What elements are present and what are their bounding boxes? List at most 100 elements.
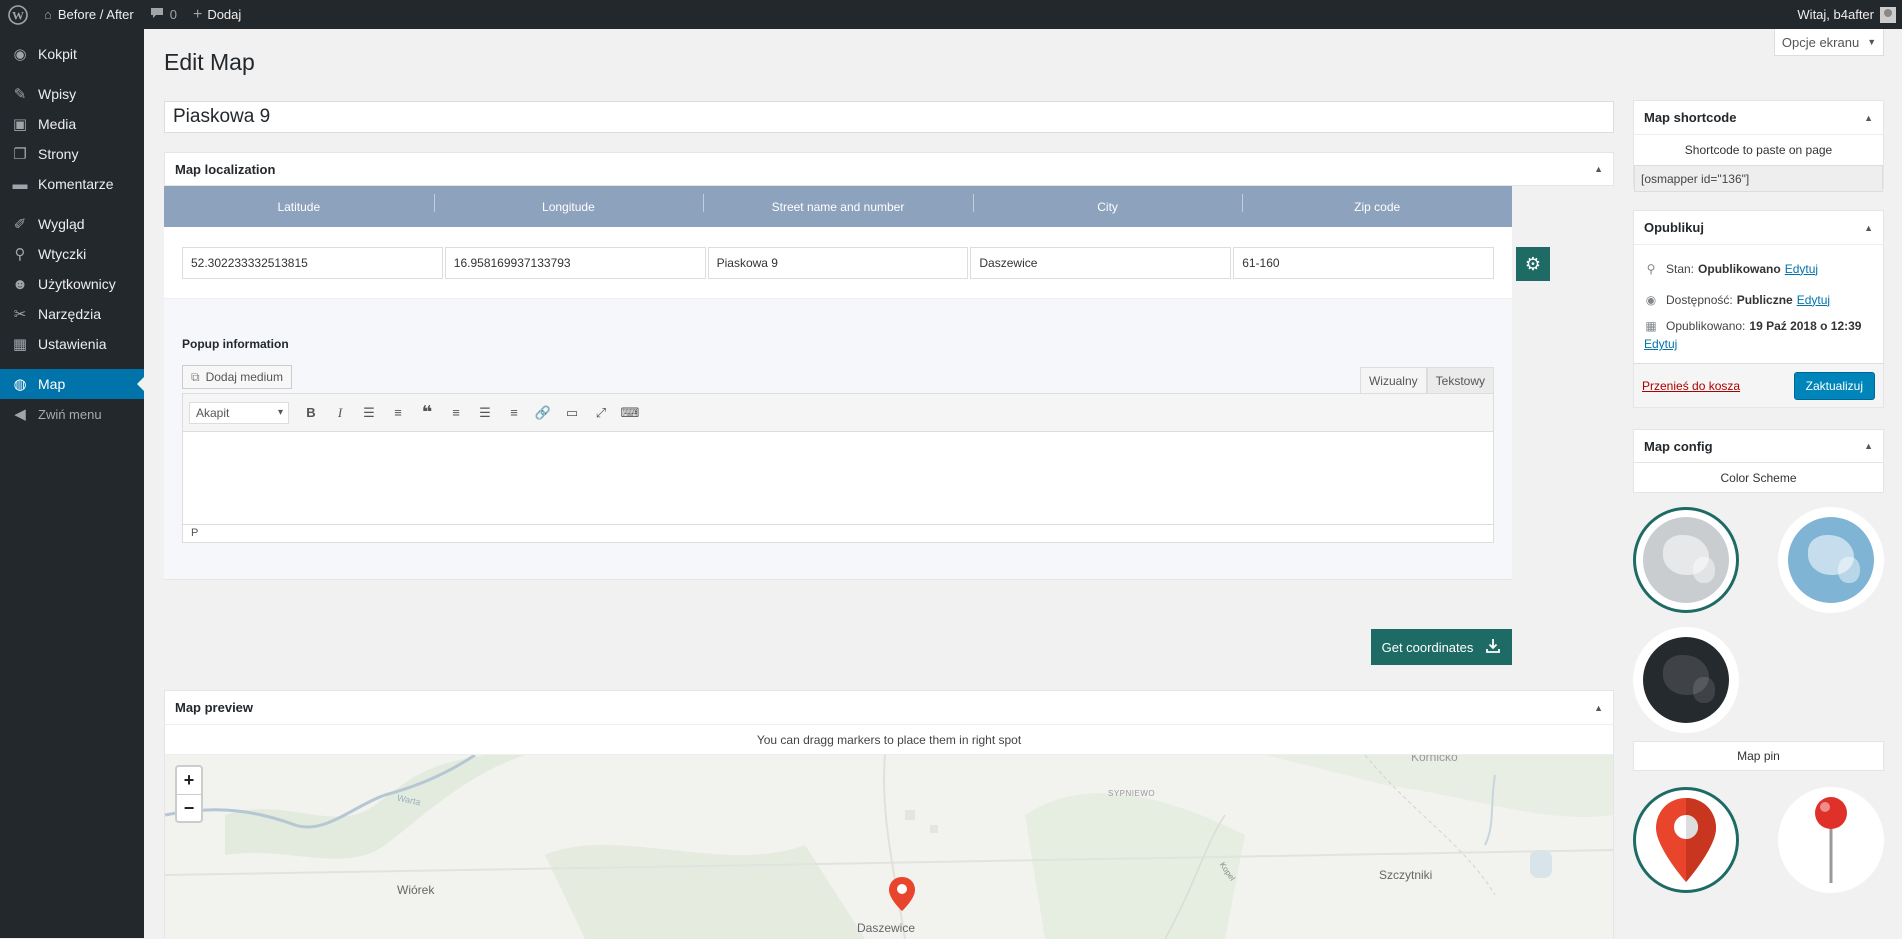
publish-header[interactable]: Opublikuj ▲ [1634, 211, 1883, 245]
map-shortcode-header[interactable]: Map shortcode ▲ [1634, 101, 1883, 135]
color-scheme-blue[interactable] [1778, 507, 1884, 613]
eye-icon: ◉ [1645, 292, 1657, 307]
map-tiles [165, 755, 1613, 939]
align-center-icon[interactable]: ☰ [472, 400, 498, 426]
collapse-toggle-icon[interactable]: ▲ [1594, 164, 1603, 174]
longitude-input[interactable]: 16.958169937133793 [444, 246, 706, 279]
numbered-list-icon[interactable]: ≡ [385, 400, 411, 426]
zip-code-input[interactable]: 61-160 [1233, 246, 1494, 279]
tools-icon: ✂ [13, 306, 27, 323]
sidebar-item-label: Komentarze [38, 176, 114, 192]
sidebar-item-wyglad[interactable]: ✐ Wygląd [0, 209, 144, 239]
new-content-link[interactable]: + Dodaj [185, 0, 249, 29]
map-canvas[interactable]: + − Warta Wiórek Daszewice Szczytniki SY… [165, 755, 1613, 939]
site-name-link[interactable]: ⌂ Before / After [36, 0, 142, 29]
edit-status-link[interactable]: Edytuj [1785, 262, 1818, 276]
sidebar-item-ustawienia[interactable]: ▦ Ustawienia [0, 329, 144, 359]
fullscreen-icon[interactable]: ⤢ [588, 400, 614, 426]
map-localization-header[interactable]: Map localization ▲ [164, 152, 1614, 186]
globe-icon: ◍ [13, 376, 27, 393]
visibility-row: ◉ Dostępność: Publiczne Edytuj [1634, 284, 1883, 315]
zoom-in-button[interactable]: + [177, 767, 201, 794]
italic-icon[interactable]: I [327, 400, 353, 426]
edit-date-link[interactable]: Edytuj [1644, 337, 1677, 351]
edit-visibility-link[interactable]: Edytuj [1797, 293, 1830, 307]
column-header-street: Street name and number [703, 193, 973, 214]
screen-options-button[interactable]: Opcje ekranu ▼ [1774, 29, 1884, 56]
visibility-value: Publiczne [1736, 292, 1793, 307]
collapse-toggle-icon[interactable]: ▲ [1594, 703, 1603, 713]
collapse-menu-button[interactable]: ◀ Zwiń menu [0, 399, 144, 429]
link-icon[interactable]: 🔗 [530, 400, 556, 426]
pin-style-marker[interactable] [1633, 787, 1739, 893]
sidebar-item-label: Kokpit [38, 46, 77, 62]
key-pin-icon: ⚲ [1646, 261, 1656, 276]
status-label: Stan: [1666, 261, 1695, 276]
collapse-toggle-icon[interactable]: ▲ [1864, 441, 1873, 451]
add-media-label: Dodaj medium [205, 370, 283, 384]
editor-content-area[interactable] [183, 432, 1493, 524]
get-coordinates-button[interactable]: Get coordinates [1371, 629, 1512, 665]
main-content: Edit Map Opcje ekranu ▼ Piaskowa 9 Map l… [164, 29, 1902, 939]
format-select[interactable]: Akapit [189, 401, 289, 424]
align-left-icon[interactable]: ≡ [443, 400, 469, 426]
comments-link[interactable]: 0 [142, 0, 185, 29]
collapse-toggle-icon[interactable]: ▲ [1864, 223, 1873, 233]
wordpress-logo-icon[interactable]: W [0, 0, 36, 29]
sidebar-item-kokpit[interactable]: ◉ Kokpit [0, 39, 144, 69]
published-date-row: ▦ Opublikowano: 19 Paź 2018 o 12:39 [1634, 315, 1883, 337]
zoom-control: + − [175, 765, 203, 823]
latitude-input[interactable]: 52.302233332513815 [182, 246, 443, 279]
sidebar-item-label: Wygląd [38, 216, 85, 232]
popup-editor: Akapit B I ☰ ≡ ❝ ≡ ☰ ≡ 🔗 ▭ ⤢ ⌨ [182, 393, 1494, 543]
account-menu[interactable]: Witaj, b4after [1789, 0, 1902, 29]
sidebar-item-narzedzia[interactable]: ✂ Narzędzia [0, 299, 144, 329]
column-header-city: City [972, 193, 1243, 214]
avatar [1880, 6, 1896, 23]
tab-visual[interactable]: Wizualny [1359, 367, 1427, 394]
collapse-toggle-icon[interactable]: ▲ [1864, 113, 1873, 123]
color-scheme-light-gray[interactable] [1633, 507, 1739, 613]
toolbar-toggle-icon[interactable]: ⌨ [617, 400, 643, 426]
update-button[interactable]: Zaktualizuj [1793, 371, 1875, 400]
move-to-trash-link[interactable]: Przenieś do kosza [1642, 379, 1740, 393]
sidebar-item-wtyczki[interactable]: ⚲ Wtyczki [0, 239, 144, 269]
sidebar-item-uzytkownicy[interactable]: ☻ Użytkownicy [0, 269, 144, 299]
sidebar-item-wpisy[interactable]: ✎ Wpisy [0, 79, 144, 109]
pin-style-pushpin[interactable] [1778, 787, 1884, 893]
shortcode-field[interactable]: [osmapper id="136"] [1634, 165, 1883, 192]
sidebar-item-map[interactable]: ◍ Map [0, 369, 144, 399]
bulleted-list-icon[interactable]: ☰ [356, 400, 382, 426]
color-scheme-dark[interactable] [1633, 627, 1739, 733]
city-input[interactable]: Daszewice [970, 246, 1232, 279]
map-preview-box: Map preview ▲ You can dragg markers to p… [164, 690, 1614, 939]
tab-text[interactable]: Tekstowy [1426, 367, 1494, 394]
box-title: Map shortcode [1644, 110, 1737, 125]
sidebar-item-komentarze[interactable]: ▬ Komentarze [0, 169, 144, 199]
blockquote-icon[interactable]: ❝ [414, 400, 440, 426]
box-title: Map localization [175, 161, 276, 177]
settings-gear-button[interactable]: ⚙ [1516, 247, 1550, 281]
sidebar-item-label: Wtyczki [38, 246, 87, 262]
map-label-wiorek: Wiórek [397, 883, 435, 897]
zoom-out-button[interactable]: − [177, 794, 201, 821]
add-media-button[interactable]: ⧉ Dodaj medium [182, 365, 292, 389]
map-preview-header[interactable]: Map preview ▲ [165, 691, 1613, 725]
light-globe-icon [1643, 517, 1729, 603]
read-more-icon[interactable]: ▭ [559, 400, 585, 426]
box-title: Opublikuj [1644, 220, 1704, 235]
collapse-arrow-icon: ◀ [14, 406, 26, 423]
street-input[interactable]: Piaskowa 9 [707, 246, 969, 279]
column-header-longitude: Longitude [433, 193, 704, 214]
dark-globe-icon [1643, 637, 1729, 723]
greeting: Witaj, b4after [1797, 7, 1874, 22]
post-title-input[interactable]: Piaskowa 9 [164, 101, 1614, 133]
collapse-label: Zwiń menu [38, 406, 102, 422]
sidebar-item-strony[interactable]: ❐ Strony [0, 139, 144, 169]
box-title: Map preview [175, 700, 254, 715]
bold-icon[interactable]: B [298, 400, 324, 426]
column-header-latitude: Latitude [277, 199, 321, 214]
sidebar-item-media[interactable]: ▣ Media [0, 109, 144, 139]
map-config-header[interactable]: Map config ▲ [1633, 429, 1884, 463]
align-right-icon[interactable]: ≡ [501, 400, 527, 426]
